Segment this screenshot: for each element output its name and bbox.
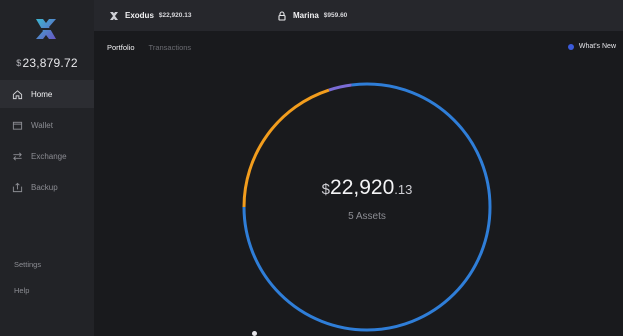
sidebar: $23,879.72 Home Wallet Exchange Backup S… (0, 0, 94, 336)
wallet-name: Marina (293, 11, 319, 20)
whats-new-label: What's New (578, 43, 616, 50)
tab-transactions[interactable]: Transactions (149, 43, 192, 52)
wallet-name: Exodus (125, 11, 154, 20)
backup-icon (11, 181, 23, 193)
wallet-switch-exodus[interactable]: Exodus $22,920.13 (109, 0, 191, 31)
wallet-amount: $22,920.13 (158, 12, 192, 19)
exchange-icon (11, 150, 23, 162)
help-link[interactable]: Help (14, 286, 29, 295)
total-balance-currency: $ (16, 58, 22, 68)
sidebar-item-backup-label: Backup (31, 182, 58, 192)
portfolio-value-int: 22,920 (330, 176, 395, 199)
wallet-icon (11, 119, 23, 131)
sidebar-item-wallet-label: Wallet (31, 120, 53, 130)
exodus-logo-icon (36, 19, 56, 39)
settings-link[interactable]: Settings (14, 260, 41, 269)
topbar: Exodus $22,920.13 Marina $959.60 (94, 0, 623, 31)
donut-segment-2 (328, 83, 352, 92)
whats-new-dot-icon (567, 43, 574, 50)
portfolio-value-dec: .13 (394, 182, 413, 197)
total-balance: $23,879.72 (0, 56, 94, 70)
donut-segment-3 (351, 82, 368, 87)
scroll-indicator-icon (252, 331, 257, 336)
lock-icon (278, 10, 286, 21)
assets-count: 5 Assets (348, 211, 386, 222)
portfolio-total: $22,920.13 (242, 176, 492, 200)
home-icon (11, 88, 23, 100)
sidebar-item-wallet[interactable]: Wallet (0, 111, 94, 139)
sidebar-item-exchange-label: Exchange (31, 151, 67, 161)
tab-portfolio[interactable]: Portfolio (107, 43, 135, 52)
sidebar-item-home[interactable]: Home (0, 80, 94, 108)
sidebar-item-home-label: Home (31, 89, 53, 99)
total-balance-value: 23,879.72 (22, 56, 78, 70)
portfolio-donut-chart (242, 82, 492, 332)
portfolio-tabs: Portfolio Transactions (107, 43, 205, 52)
whats-new-button[interactable]: What's New (567, 43, 616, 50)
sidebar-item-backup[interactable]: Backup (0, 173, 94, 201)
portfolio-currency: $ (321, 181, 331, 198)
wallet-switch-marina[interactable]: Marina $959.60 (277, 0, 347, 31)
wallet-amount: $959.60 (323, 12, 348, 19)
sidebar-item-exchange[interactable]: Exchange (0, 142, 94, 170)
exodus-icon (110, 11, 118, 20)
